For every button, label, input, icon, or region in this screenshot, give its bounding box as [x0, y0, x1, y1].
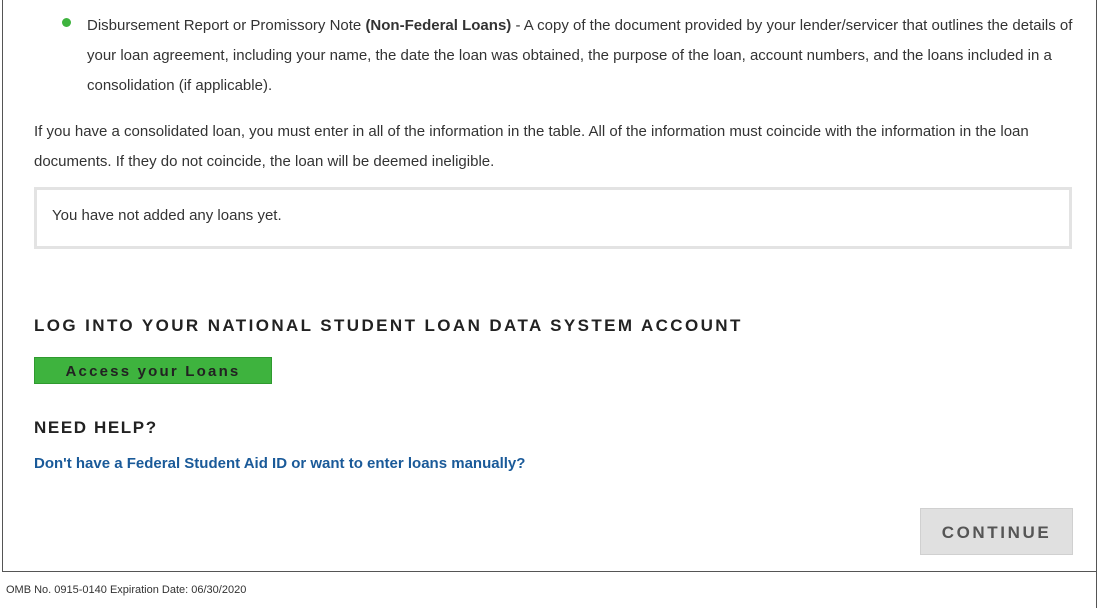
bullet-marker-icon [62, 18, 71, 27]
nslds-heading: LOG INTO YOUR NATIONAL STUDENT LOAN DATA… [34, 316, 743, 335]
access-loans-button[interactable]: Access your Loans [34, 357, 272, 384]
frame-bottom-border [2, 571, 1097, 572]
help-heading: NEED HELP? [34, 418, 158, 437]
list-item-disbursement-report: Disbursement Report or Promissory Note (… [87, 11, 1077, 101]
loans-table: You have not added any loans yet. [34, 187, 1072, 249]
loans-empty-message: You have not added any loans yet. [52, 207, 282, 224]
list-item-lead: Disbursement Report or Promissory Note [87, 17, 362, 34]
omb-expiration-note: OMB No. 0915-0140 Expiration Date: 06/30… [6, 584, 247, 596]
frame-left-border [2, 0, 3, 572]
continue-button[interactable]: CONTINUE [920, 508, 1073, 555]
enter-loans-manually-link[interactable]: Don't have a Federal Student Aid ID or w… [34, 455, 525, 472]
list-item-bold: (Non-Federal Loans) [365, 17, 512, 34]
frame-right-border [1096, 0, 1097, 608]
consolidated-loan-info: If you have a consolidated loan, you mus… [34, 123, 1029, 170]
